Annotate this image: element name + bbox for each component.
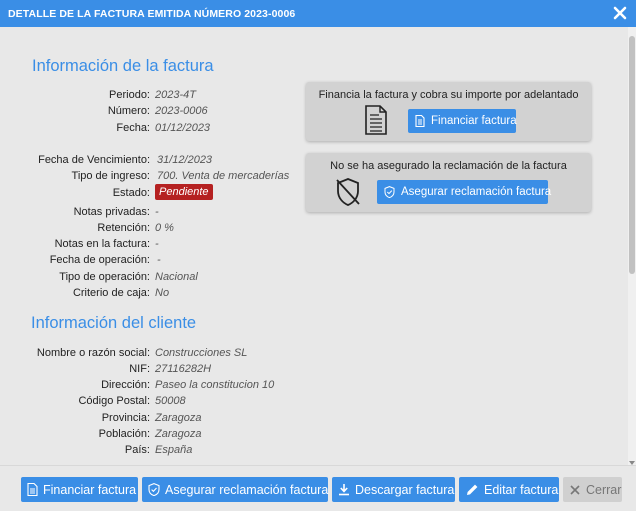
footer-financiar-button[interactable]: Financiar factura bbox=[21, 477, 138, 502]
status-badge: Pendiente bbox=[155, 184, 213, 200]
field-label: Código Postal: bbox=[78, 395, 150, 407]
field-row: Fecha de operación: - bbox=[0, 254, 300, 270]
field-value: Construcciones SL bbox=[155, 347, 248, 359]
field-label: Notas privadas: bbox=[73, 206, 150, 218]
window-title: DETALLE DE LA FACTURA EMITIDA NÚMERO 202… bbox=[8, 8, 296, 20]
footer-financiar-label: Financiar factura bbox=[43, 482, 137, 497]
scrollbar-thumb[interactable] bbox=[629, 36, 635, 274]
field-label: Fecha: bbox=[116, 122, 150, 134]
descargar-factura-label: Descargar factura bbox=[355, 482, 455, 497]
scroll-down-icon[interactable] bbox=[629, 453, 635, 465]
invoice-info-title: Información de la factura bbox=[32, 57, 214, 75]
field-value: Zaragoza bbox=[155, 412, 202, 424]
field-label: Provincia: bbox=[101, 412, 150, 424]
field-label: Fecha de Vencimiento: bbox=[38, 154, 150, 166]
financiar-factura-label: Financiar factura bbox=[431, 115, 517, 127]
field-value: 0 % bbox=[155, 222, 174, 234]
footer-actions: Financiar factura Asegurar reclamación f… bbox=[0, 465, 636, 511]
field-value: No bbox=[155, 287, 170, 299]
field-value: - bbox=[155, 206, 159, 218]
field-label: Estado: bbox=[112, 187, 150, 199]
descargar-factura-button[interactable]: Descargar factura bbox=[332, 477, 455, 502]
field-label: NIF: bbox=[129, 363, 150, 375]
title-bar: DETALLE DE LA FACTURA EMITIDA NÚMERO 202… bbox=[0, 0, 636, 27]
financing-card-title: Financia la factura y cobra su importe p… bbox=[318, 89, 579, 101]
insurance-card-title: No se ha asegurado la reclamación de la … bbox=[330, 160, 567, 172]
invoice-document-icon bbox=[364, 105, 388, 140]
field-row: Provincia: Zaragoza bbox=[0, 412, 300, 428]
asegurar-reclamacion-button[interactable]: Asegurar reclamación factura bbox=[377, 180, 552, 204]
field-label: Criterio de caja: bbox=[72, 287, 150, 299]
field-row: Tipo de ingreso: 700. Venta de mercadería… bbox=[0, 170, 300, 186]
field-row: Nombre o razón social: Construcciones SL bbox=[0, 347, 300, 363]
shield-slash-icon bbox=[335, 177, 361, 212]
invoice-detail-panel[interactable]: Información de la factura Periodo: 2023-4… bbox=[0, 27, 628, 465]
field-value: Zaragoza bbox=[155, 428, 202, 440]
document-icon bbox=[415, 115, 425, 127]
field-value: 50008 bbox=[155, 395, 186, 407]
cerrar-label: Cerrar bbox=[586, 482, 622, 497]
field-value: Paseo la constitucion 10 bbox=[155, 379, 275, 391]
field-value: 2023-4T bbox=[155, 89, 196, 101]
field-row: Código Postal: 50008 bbox=[0, 395, 300, 411]
field-label: Nombre o razón social: bbox=[36, 347, 150, 359]
cerrar-button[interactable]: Cerrar bbox=[563, 477, 622, 502]
field-row: Dirección: Paseo la constitucion 10 bbox=[0, 379, 300, 395]
client-info-title: Información del cliente bbox=[31, 314, 197, 332]
field-row: NIF: 27116282H bbox=[0, 363, 300, 379]
field-row: Notas en la factura: - bbox=[0, 238, 300, 254]
field-value: 700. Venta de mercaderías bbox=[157, 170, 290, 182]
field-row: Periodo: 2023-4T bbox=[0, 89, 300, 105]
field-row: Estado: Pendiente bbox=[0, 184, 300, 203]
field-label: Notas en la factura: bbox=[54, 238, 150, 250]
field-label: Tipo de operación: bbox=[59, 271, 150, 283]
footer-asegurar-button[interactable]: Asegurar reclamación factura bbox=[142, 477, 328, 502]
field-value: 2023-0006 bbox=[155, 105, 208, 117]
close-icon bbox=[570, 484, 580, 495]
shield-check-icon bbox=[148, 483, 160, 496]
field-label: Fecha de operación: bbox=[49, 254, 150, 266]
field-row: Número: 2023-0006 bbox=[0, 105, 300, 121]
editar-factura-button[interactable]: Editar factura bbox=[459, 477, 559, 502]
field-label: Dirección: bbox=[101, 379, 150, 391]
scroll-up-icon[interactable] bbox=[629, 28, 635, 40]
field-row: Población: Zaragoza bbox=[0, 428, 300, 444]
footer-asegurar-label: Asegurar reclamación factura bbox=[165, 482, 329, 497]
field-value: España bbox=[155, 444, 193, 456]
insurance-card: No se ha asegurado la reclamación de la … bbox=[306, 153, 591, 212]
field-value: 31/12/2023 bbox=[157, 154, 213, 166]
field-value: 27116282H bbox=[155, 363, 212, 375]
field-value: - bbox=[157, 254, 161, 266]
field-row: Retención: 0 % bbox=[0, 222, 300, 238]
field-row: Notas privadas: - bbox=[0, 206, 300, 222]
asegurar-reclamacion-label: Asegurar reclamación factura bbox=[401, 186, 552, 198]
document-icon bbox=[27, 483, 38, 496]
financiar-factura-button[interactable]: Financiar factura bbox=[408, 109, 517, 133]
field-label: Número: bbox=[107, 105, 150, 117]
field-row: Criterio de caja: No bbox=[0, 287, 300, 303]
close-icon[interactable] bbox=[610, 3, 630, 23]
financing-card: Financia la factura y cobra su importe p… bbox=[306, 82, 591, 141]
field-row: País: España bbox=[0, 444, 300, 460]
field-row: Fecha: 01/12/2023 bbox=[0, 122, 300, 138]
field-row: Fecha de Vencimiento: 31/12/2023 bbox=[0, 154, 300, 170]
download-icon bbox=[339, 484, 349, 496]
field-row: Tipo de operación: Nacional bbox=[0, 271, 300, 287]
field-label: País: bbox=[124, 444, 150, 456]
pencil-icon bbox=[467, 484, 478, 495]
editar-factura-label: Editar factura bbox=[484, 482, 559, 497]
field-value: - bbox=[155, 238, 159, 250]
field-value: Nacional bbox=[155, 271, 198, 283]
field-label: Población: bbox=[98, 428, 150, 440]
field-label: Retención: bbox=[97, 222, 150, 234]
shield-check-icon bbox=[384, 186, 395, 198]
field-label: Periodo: bbox=[109, 89, 150, 101]
field-value: 01/12/2023 bbox=[155, 122, 211, 134]
field-label: Tipo de ingreso: bbox=[71, 170, 150, 182]
